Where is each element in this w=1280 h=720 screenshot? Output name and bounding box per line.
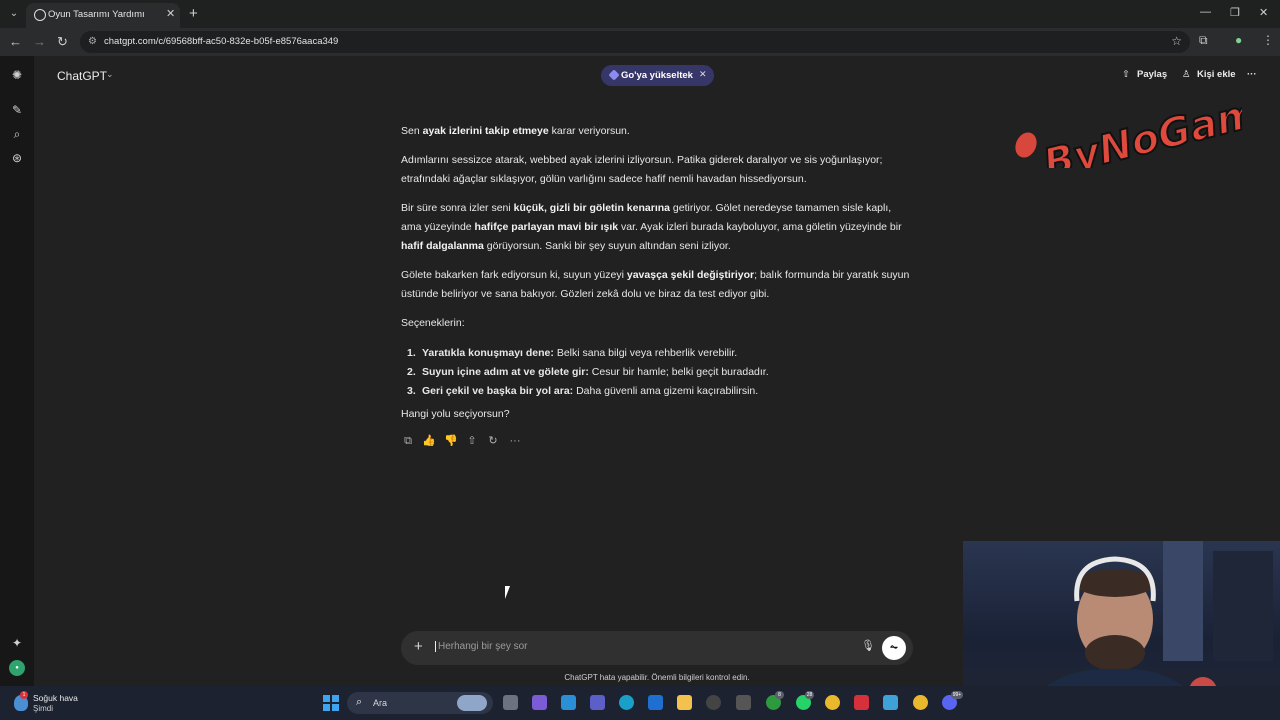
- edge-icon[interactable]: [619, 695, 634, 710]
- add-person-button[interactable]: Kişi ekle: [1197, 69, 1236, 80]
- message-paragraph: Gölete bakarken fark ediyorsun ki, suyun…: [401, 269, 910, 300]
- avatar[interactable]: ●: [9, 660, 25, 676]
- forward-icon[interactable]: →: [33, 34, 46, 49]
- task-view-icon[interactable]: [503, 695, 518, 710]
- regenerate-icon[interactable]: ↻: [486, 434, 500, 448]
- profile-icon[interactable]: ●: [1235, 33, 1242, 47]
- search-chats-icon[interactable]: ⌕: [10, 127, 24, 141]
- taskbar-search[interactable]: ⌕ Ara: [347, 692, 493, 714]
- new-chat-icon[interactable]: ✎: [10, 103, 24, 117]
- weather-title: Soğuk hava: [33, 693, 78, 703]
- message-paragraph: Adımlarını sessizce atarak, webbed ayak …: [401, 154, 883, 185]
- restore-icon[interactable]: ❐: [1230, 6, 1240, 19]
- library-icon[interactable]: ⊛: [10, 151, 24, 165]
- search-highlight-art: [457, 695, 487, 711]
- bynogame-watermark-logo: ByNoGame: [1015, 82, 1242, 168]
- search-label: Ara: [373, 698, 388, 708]
- mouse-cursor: [505, 586, 515, 599]
- close-tab-icon[interactable]: ✕: [166, 7, 175, 20]
- list-item: 1. Yaratıkla konuşmayı dene: Belki sana b…: [407, 347, 738, 359]
- apps-grid-icon[interactable]: [736, 695, 751, 710]
- list-item: 3. Geri çekil ve başka bir yol ara: Daha …: [407, 385, 759, 397]
- site-info-icon[interactable]: ⚙: [88, 36, 97, 47]
- sidebar-rail: ✺ ✎ ⌕ ⊛ ✦ ●: [0, 56, 34, 686]
- list-item: 2. Suyun içine adım at ve gölete gir: Ces…: [407, 366, 769, 378]
- message-paragraph: Bir süre sonra izler seni küçük, gizli b…: [401, 202, 902, 252]
- chrome-icon[interactable]: [825, 695, 840, 710]
- share-message-icon[interactable]: ⇧: [465, 434, 479, 448]
- diamond-icon: [608, 69, 620, 81]
- notification-badge: 99+: [951, 691, 963, 699]
- close-icon[interactable]: ✕: [699, 69, 707, 80]
- openai-logo-icon[interactable]: ✺: [10, 68, 24, 82]
- thumbs-up-icon[interactable]: 👍: [422, 434, 436, 448]
- prompt-input[interactable]: Herhangi bir şey sor: [435, 641, 815, 652]
- svg-text:ByNoGame: ByNoGame: [1039, 83, 1242, 168]
- new-tab-icon[interactable]: +: [189, 5, 198, 22]
- disclaimer-text: ChatGPT hata yapabilir. Önemli bilgileri…: [564, 673, 750, 682]
- tab-title: Oyun Tasarımı Yardımı: [48, 9, 145, 20]
- chrome-active-icon[interactable]: [913, 695, 928, 710]
- options-heading: Seçeneklerin:: [401, 317, 465, 329]
- teams-icon[interactable]: [590, 695, 605, 710]
- sparkle-icon[interactable]: ✦: [10, 636, 24, 650]
- url-field[interactable]: ⚙ chatgpt.com/c/69568bff-ac50-832e-b05f-…: [80, 31, 1190, 53]
- taskbar: 1 Soğuk hava Şimdi ⌕ Ara 8 28 99+: [0, 686, 1280, 720]
- extensions-icon[interactable]: ⧉: [1199, 33, 1208, 48]
- copy-icon[interactable]: ⧉: [401, 434, 415, 448]
- browser-tab-strip: ⌄ Oyun Tasarımı Yardımı ✕ + — ❐ ✕: [0, 0, 1280, 28]
- composer: + Herhangi bir şey sor 🎙 ⏦: [401, 631, 913, 665]
- file-explorer-icon[interactable]: [677, 695, 692, 710]
- windows-start-icon[interactable]: [323, 695, 339, 711]
- attach-plus-icon[interactable]: +: [414, 638, 423, 655]
- browser-menu-icon[interactable]: ⋮: [1262, 33, 1274, 47]
- network-app-icon[interactable]: [883, 695, 898, 710]
- weather-alert-badge: 1: [20, 691, 28, 699]
- address-bar-row: ← → ↻ ⚙ chatgpt.com/c/69568bff-ac50-832e…: [0, 28, 1280, 56]
- chatgpt-favicon-icon: [34, 9, 46, 21]
- search-icon: ⌕: [356, 696, 363, 708]
- microphone-icon[interactable]: 🎙: [861, 639, 875, 652]
- model-selector[interactable]: ChatGPT: [57, 69, 107, 83]
- share-button[interactable]: Paylaş: [1137, 69, 1167, 80]
- notification-badge: 8: [775, 691, 784, 699]
- browser-tab[interactable]: Oyun Tasarımı Yardımı ✕: [26, 3, 180, 28]
- more-actions-icon[interactable]: ···: [508, 434, 522, 448]
- steam-icon[interactable]: [706, 695, 721, 710]
- upgrade-label: Go'ya yükseltek: [621, 70, 693, 81]
- message-paragraph: Sen ayak izlerini takip etmeye karar ver…: [401, 125, 630, 137]
- notification-badge: 28: [805, 691, 814, 699]
- weather-subtitle: Şimdi: [33, 704, 54, 713]
- tab-search-chevron-icon[interactable]: ⌄: [6, 6, 22, 22]
- copilot-icon[interactable]: [532, 695, 547, 710]
- minimize-icon[interactable]: —: [1200, 6, 1211, 18]
- close-window-icon[interactable]: ✕: [1259, 6, 1268, 19]
- url-text: chatgpt.com/c/69568bff-ac50-832e-b05f-e8…: [104, 36, 339, 47]
- add-person-icon[interactable]: ♙: [1182, 69, 1191, 80]
- upgrade-pill[interactable]: Go'ya yükseltek ✕: [601, 65, 714, 86]
- reload-icon[interactable]: ↻: [57, 34, 68, 50]
- chevron-down-icon[interactable]: ⌄: [106, 69, 114, 80]
- widgets-icon[interactable]: [561, 695, 576, 710]
- options-list: 1. Yaratıkla konuşmayı dene: Belki sana b…: [407, 344, 907, 401]
- back-icon[interactable]: ←: [9, 34, 22, 49]
- outlook-icon[interactable]: [648, 695, 663, 710]
- more-options-icon[interactable]: ···: [1247, 69, 1257, 80]
- share-icon[interactable]: ⇧: [1122, 69, 1130, 80]
- thumbs-down-icon[interactable]: 👎: [444, 434, 458, 448]
- question-text: Hangi yolu seçiyorsun?: [401, 408, 510, 420]
- voice-mode-button[interactable]: ⏦: [882, 636, 906, 660]
- wps-office-icon[interactable]: [854, 695, 869, 710]
- bookmark-star-icon[interactable]: ☆: [1171, 34, 1182, 48]
